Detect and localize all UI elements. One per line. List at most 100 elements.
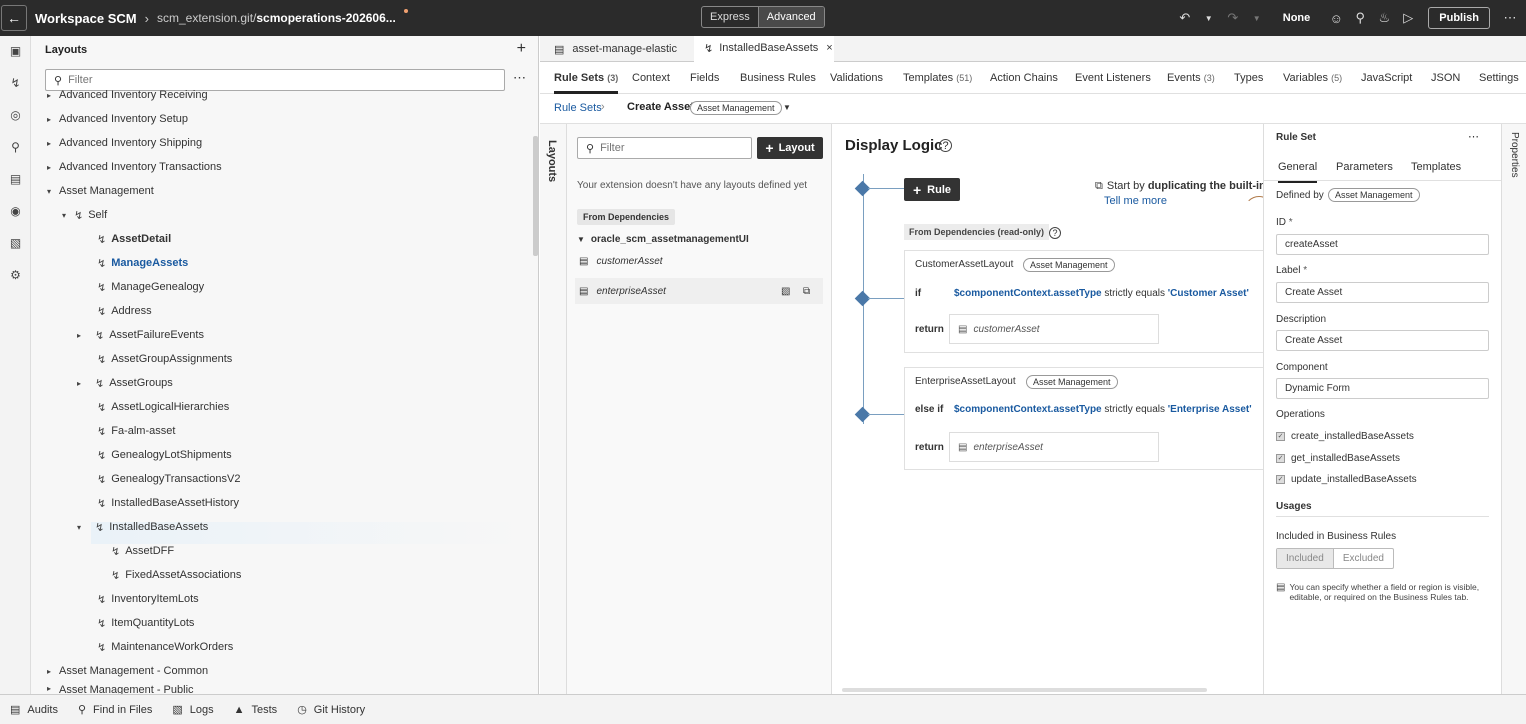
layouts-scrollbar[interactable] <box>533 136 538 256</box>
subnav-fields[interactable]: Fields <box>690 72 719 84</box>
subnav-context[interactable]: Context <box>632 72 670 84</box>
tree-item[interactable]: ↯ Address <box>97 300 152 322</box>
rule-card[interactable]: EnterpriseAssetLayout Asset Management e… <box>904 367 1263 470</box>
tell-me-more-link[interactable]: Tell me more <box>1104 195 1167 207</box>
operation-checkbox[interactable]: ✓ get_installedBaseAssets <box>1276 453 1400 464</box>
tree-item[interactable]: ▾ ↯ InstalledBaseAssets <box>77 516 208 538</box>
bell-icon[interactable]: ♨ <box>1372 10 1396 26</box>
description-field[interactable]: Create Asset <box>1276 330 1489 351</box>
undo-icon[interactable]: ↶ <box>1173 10 1197 26</box>
tree-item[interactable]: ↯ ManageAssets <box>97 252 188 274</box>
logs-button[interactable]: ▧ Logs <box>172 703 213 717</box>
bolt-icon[interactable]: ↯ <box>0 76 31 90</box>
layouts-vertical-tab[interactable]: Layouts <box>540 124 567 694</box>
tree-item[interactable]: ↯ MaintenanceWorkOrders <box>97 636 233 658</box>
tree-item[interactable]: ▸ Asset Management - Public <box>47 684 194 694</box>
subnav-types[interactable]: Types <box>1234 72 1263 84</box>
more-icon[interactable]: ⋯ <box>1468 130 1479 143</box>
subnav-validations[interactable]: Validations <box>830 72 883 84</box>
layout-item[interactable]: ▤ customerAsset <box>579 256 663 267</box>
tree-item[interactable]: ▸ Advanced Inventory Shipping <box>47 132 202 154</box>
tree-item[interactable]: ▸ Asset Management - Common <box>47 660 208 682</box>
tree-item[interactable]: ↯ Fa-alm-asset <box>97 420 175 442</box>
preview-select[interactable]: None <box>1283 12 1311 24</box>
subnav-rule-sets[interactable]: Rule Sets (3) <box>554 72 619 94</box>
tree-item[interactable]: ↯ InventoryItemLots <box>97 588 199 610</box>
layout-item[interactable]: ▤ enterpriseAsset ▧ ⧉ <box>575 278 823 304</box>
horizontal-scrollbar[interactable] <box>842 688 1207 692</box>
operation-checkbox[interactable]: ✓ create_installedBaseAssets <box>1276 431 1414 442</box>
mode-express[interactable]: Express <box>702 7 758 27</box>
subnav-javascript[interactable]: JavaScript <box>1361 72 1412 84</box>
tree-item[interactable]: ↯ GenealogyTransactionsV2 <box>97 468 240 490</box>
include-toggle[interactable]: Included Excluded <box>1276 548 1394 569</box>
open-icon[interactable]: ▧ <box>781 286 790 297</box>
document-icon[interactable]: ▧ <box>0 236 31 250</box>
mode-advanced[interactable]: Advanced <box>757 7 824 27</box>
git-history-button[interactable]: ◷ Git History <box>297 703 365 717</box>
subnav-action-chains[interactable]: Action Chains <box>990 72 1058 84</box>
clipboard-icon[interactable]: ▤ <box>0 172 31 186</box>
subnav-events[interactable]: Events (3) <box>1167 72 1215 84</box>
tests-button[interactable]: ▲ Tests <box>234 704 278 716</box>
target-icon[interactable]: ◎ <box>0 108 31 122</box>
breadcrumb-root[interactable]: Rule Sets <box>554 102 602 114</box>
id-field[interactable]: createAsset <box>1276 234 1489 255</box>
publish-button[interactable]: Publish <box>1428 7 1490 29</box>
audits-button[interactable]: ▤ Audits <box>10 703 58 717</box>
dependency-group[interactable]: ▼ oracle_scm_assetmanagementUI <box>577 234 749 245</box>
tree-item[interactable]: ↯ AssetDFF <box>111 540 174 562</box>
tree-item[interactable]: ▾ ↯ Self <box>62 204 107 226</box>
tree-item[interactable]: ▸ ↯ AssetFailureEvents <box>77 324 204 346</box>
tree-item[interactable]: ▾ Asset Management <box>47 180 154 202</box>
tree-item[interactable]: ↯ ItemQuantityLots <box>97 612 194 634</box>
workspace-name[interactable]: scmoperations-202606... <box>256 11 395 25</box>
help-icon[interactable]: ? <box>939 139 952 152</box>
chevron-down-icon[interactable]: ▼ <box>1245 14 1269 23</box>
return-layout[interactable]: ▤ customerAsset <box>949 314 1159 344</box>
components-icon[interactable]: ⚙ <box>0 268 31 282</box>
mode-switch[interactable]: Express Advanced <box>701 6 825 28</box>
close-icon[interactable]: × <box>826 42 832 54</box>
smiley-icon[interactable]: ☺ <box>1324 11 1348 26</box>
chevron-down-icon[interactable]: ▼ <box>783 103 791 112</box>
rule-card[interactable]: CustomerAssetLayout Asset Management if … <box>904 250 1263 353</box>
chevron-down-icon[interactable]: ▼ <box>1197 14 1221 23</box>
duplicate-icon[interactable]: ⧉ <box>803 286 810 297</box>
search-icon[interactable]: ⚲ <box>1348 10 1372 26</box>
more-icon[interactable]: ⋯ <box>513 70 526 86</box>
tree-item[interactable]: ↯ GenealogyLotShipments <box>97 444 232 466</box>
tree-item[interactable]: ↯ ManageGenealogy <box>97 276 204 298</box>
add-layout-button[interactable]: + Layout <box>757 137 823 159</box>
return-layout[interactable]: ▤ enterpriseAsset <box>949 432 1159 462</box>
operation-checkbox[interactable]: ✓ update_installedBaseAssets <box>1276 474 1417 485</box>
redo-icon[interactable]: ↷ <box>1221 10 1245 26</box>
back-button[interactable]: ← <box>1 5 27 31</box>
subnav-event-listeners[interactable]: Event Listeners <box>1075 72 1151 84</box>
add-rule-button[interactable]: + Rule <box>904 178 960 201</box>
play-icon[interactable]: ▷ <box>1396 10 1420 26</box>
tab-asset-manage-elastic[interactable]: ▤ asset-manage-elastic <box>544 36 692 62</box>
subnav-json[interactable]: JSON <box>1431 72 1460 84</box>
tree-item[interactable]: ▸ Advanced Inventory Setup <box>47 108 188 130</box>
excluded-option[interactable]: Excluded <box>1332 549 1393 568</box>
subnav-templates[interactable]: Templates (51) <box>903 72 972 84</box>
key-icon[interactable]: ⚲ <box>0 140 31 154</box>
tab-templates[interactable]: Templates <box>1411 161 1461 173</box>
tree-item[interactable]: ↯ AssetDetail <box>97 228 171 250</box>
add-icon[interactable]: + <box>517 40 526 58</box>
rule-condition[interactable]: $componentContext.assetType strictly equ… <box>954 288 1249 299</box>
tree-item[interactable]: ▸ Advanced Inventory Receiving <box>47 84 208 106</box>
subnav-business-rules[interactable]: Business Rules <box>740 72 816 84</box>
subnav-variables[interactable]: Variables (5) <box>1283 72 1342 84</box>
tree-item[interactable]: ↯ AssetGroupAssignments <box>97 348 232 370</box>
tree-item[interactable]: ↯ AssetLogicalHierarchies <box>97 396 229 418</box>
tree-item[interactable]: ↯ InstalledBaseAssetHistory <box>97 492 239 514</box>
properties-rail[interactable]: Properties <box>1501 124 1526 694</box>
layout-filter-input[interactable] <box>600 142 731 154</box>
find-in-files-button[interactable]: ⚲ Find in Files <box>78 703 152 717</box>
included-option[interactable]: Included <box>1277 549 1333 568</box>
tab-installedbaseassets[interactable]: ↯ InstalledBaseAssets × <box>694 36 834 62</box>
globe-icon[interactable]: ◉ <box>0 204 31 218</box>
monitor-icon[interactable]: ▣ <box>0 44 31 58</box>
